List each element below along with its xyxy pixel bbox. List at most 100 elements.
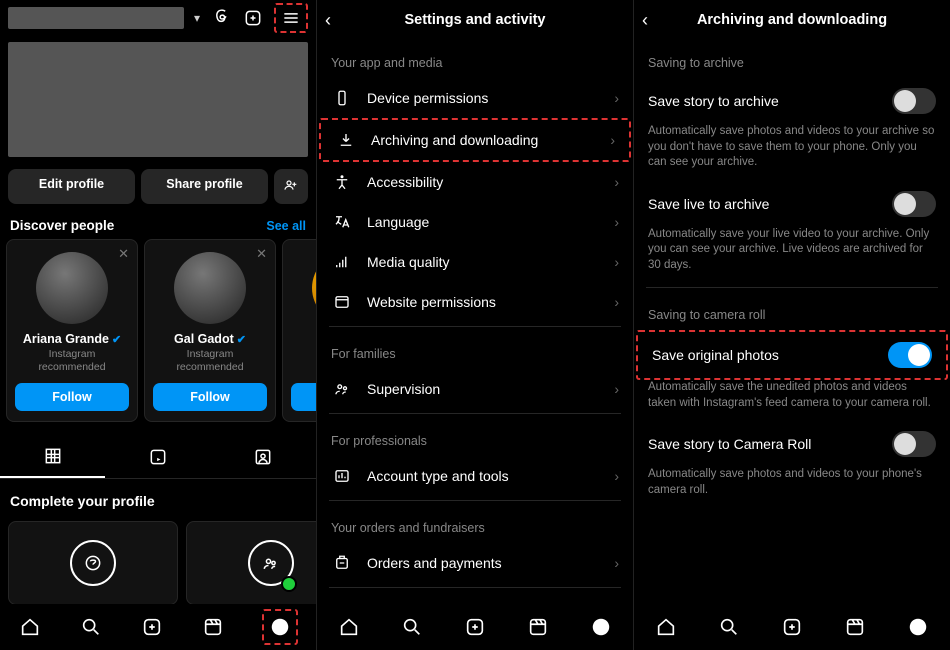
avatar [312,252,316,324]
follow-button[interactable]: Follow [15,383,129,411]
toggle-desc: Automatically save photos and videos to … [634,124,950,181]
language-icon [331,213,353,231]
reels-icon[interactable] [843,615,867,639]
toggle-desc: Automatically save the unedited photos a… [634,380,950,421]
verified-icon: ✔ [112,333,121,346]
new-post-icon[interactable] [242,7,264,29]
toggle-row-save-live-archive: Save live to archive [634,181,950,227]
check-badge-icon [281,576,297,592]
complete-profile-title: Complete your profile [0,479,316,515]
settings-row-account-type[interactable]: Account type and tools › [317,456,633,496]
section-header: Saving to camera roll [634,292,950,330]
share-profile-button[interactable]: Share profile [141,169,268,204]
section-header: Your app and media [317,40,633,78]
discover-people-button[interactable] [274,169,308,204]
menu-icon[interactable] [280,7,302,29]
section-header: Your orders and fundraisers [317,505,633,543]
card-name: Gal Gadot [174,332,234,346]
complete-card[interactable] [8,521,178,605]
chevron-right-icon: › [614,174,619,190]
grid-tab[interactable] [0,436,105,478]
toggle-save-live-archive[interactable] [892,191,936,217]
follow-button[interactable]: Follow [153,383,267,411]
settings-pane: ‹ Settings and activity Your app and med… [317,0,634,650]
username-redacted [8,7,184,29]
close-icon[interactable]: ✕ [118,246,129,262]
home-icon[interactable] [654,615,678,639]
orders-icon [331,554,353,572]
toggle-desc: Automatically save photos and videos to … [634,467,950,508]
toggle-save-story-archive[interactable] [892,88,936,114]
suggested-user-card[interactable]: Rick Instarecomm F [282,239,316,422]
chevron-right-icon: › [614,555,619,571]
new-post-icon[interactable] [140,615,164,639]
chevron-right-icon: › [610,132,615,148]
supervision-icon [331,380,353,398]
settings-row-device-permissions[interactable]: Device permissions › [317,78,633,118]
hamburger-menu-highlight [274,3,308,33]
new-post-icon[interactable] [463,615,487,639]
reels-tab[interactable] [105,436,210,478]
settings-row-accessibility[interactable]: Accessibility › [317,162,633,202]
browser-icon [331,293,353,311]
close-icon[interactable]: ✕ [256,246,267,262]
chevron-right-icon: › [614,90,619,106]
follow-button[interactable]: F [291,383,316,411]
settings-row-archiving[interactable]: Archiving and downloading › [321,120,629,160]
suggested-user-card[interactable]: ✕ Ariana Grande✔ Instagramrecommended Fo… [6,239,138,422]
page-title: Archiving and downloading [634,12,950,28]
home-icon[interactable] [337,615,361,639]
profile-icon[interactable] [906,615,930,639]
back-icon[interactable]: ‹ [325,10,331,31]
verified-icon: ✔ [237,333,246,346]
chevron-right-icon: › [614,381,619,397]
suggested-user-card[interactable]: ✕ Gal Gadot✔ Instagramrecommended Follow [144,239,276,422]
home-icon[interactable] [18,615,42,639]
settings-row-supervision[interactable]: Supervision › [317,369,633,409]
chevron-right-icon: › [614,254,619,270]
chevron-down-icon[interactable]: ▾ [194,11,200,25]
avatar [174,252,246,324]
complete-card[interactable] [186,521,316,605]
avatar [36,252,108,324]
archiving-row-highlight: Archiving and downloading › [319,118,631,162]
threads-icon[interactable] [210,7,232,29]
toggle-save-story-camera-roll[interactable] [892,431,936,457]
toggle-desc: Automatically save your live video to yo… [634,227,950,284]
device-icon [331,89,353,107]
bottom-nav [634,604,950,650]
settings-row-media-quality[interactable]: Media quality › [317,242,633,282]
profile-banner-redacted [8,42,308,157]
profile-icon[interactable] [589,615,613,639]
discover-people-title: Discover people [10,218,114,233]
card-name: Ariana Grande [23,332,109,346]
edit-profile-button[interactable]: Edit profile [8,169,135,204]
settings-row-language[interactable]: Language › [317,202,633,242]
tagged-tab[interactable] [211,436,316,478]
toggle-save-original-photos[interactable] [888,342,932,368]
tools-icon [331,467,353,485]
toggle-row-save-story-archive: Save story to archive [634,78,950,124]
reels-icon[interactable] [526,615,550,639]
section-header: For families [317,331,633,369]
settings-row-website-permissions[interactable]: Website permissions › [317,282,633,322]
back-icon[interactable]: ‹ [642,10,648,31]
save-original-highlight: Save original photos [636,330,948,380]
message-icon [70,540,116,586]
bottom-nav [317,604,633,650]
toggle-row-save-story-camera-roll: Save story to Camera Roll [634,421,950,467]
section-header: Saving to archive [634,40,950,78]
see-all-link[interactable]: See all [266,219,306,233]
download-icon [335,131,357,149]
new-post-icon[interactable] [780,615,804,639]
settings-row-orders[interactable]: Orders and payments › [317,543,633,583]
search-icon[interactable] [717,615,741,639]
search-icon[interactable] [79,615,103,639]
toggle-row-save-original: Save original photos [638,332,946,378]
page-title: Settings and activity [317,12,633,28]
chevron-right-icon: › [614,214,619,230]
search-icon[interactable] [400,615,424,639]
bottom-nav [0,604,316,650]
profile-icon[interactable] [268,615,292,639]
reels-icon[interactable] [201,615,225,639]
